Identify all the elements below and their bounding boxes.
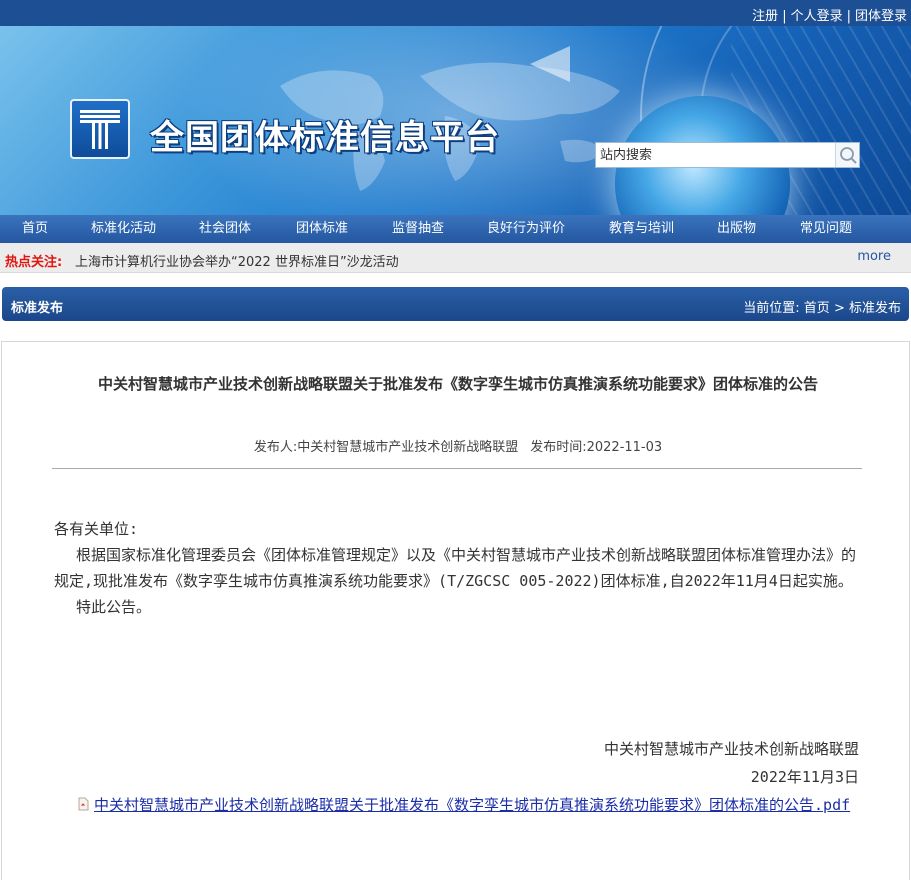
group-login-link[interactable]: 团体登录 [855, 9, 907, 24]
logo-icon [80, 110, 120, 149]
separator: | [782, 9, 787, 24]
publisher-label: 发布人: [253, 440, 298, 455]
attachment: 中关村智慧城市产业技术创新战略联盟关于批准发布《数字孪生城市仿真推演系统功能要求… [54, 793, 862, 817]
hot-news-link[interactable]: 上海市计算机行业协会举办“2022 世界标准日”沙龙活动 [75, 251, 399, 270]
site-logo[interactable] [70, 99, 130, 159]
article-container: 中关村智慧城市产业技术创新战略联盟关于批准发布《数字孪生城市仿真推演系统功能要求… [1, 341, 910, 880]
article-meta: 发布人:中关村智慧城市产业技术创新战略联盟 发布时间:2022-11-03 [52, 436, 864, 455]
more-link[interactable]: more [857, 249, 891, 264]
nav-item-publications[interactable]: 出版物 [717, 215, 756, 243]
banner-arrow [530, 46, 570, 82]
salutation: 各有关单位: [54, 520, 139, 538]
pdf-file-icon [76, 794, 90, 811]
signature-organization: 中关村智慧城市产业技术创新战略联盟 [603, 740, 859, 758]
article-title: 中关村智慧城市产业技术创新战略联盟关于批准发布《数字孪生城市仿真推演系统功能要求… [97, 375, 818, 393]
main-nav: 首页 标准化活动 社会团体 团体标准 监督抽查 良好行为评价 教育与培训 出版物… [0, 215, 911, 243]
section-header: 标准发布 当前位置: 首页 > 标准发布 [2, 287, 909, 321]
title-divider [52, 468, 862, 469]
header-banner: 全国团体标准信息平台 [0, 26, 911, 215]
nav-item-good-behavior[interactable]: 良好行为评价 [487, 215, 565, 243]
breadcrumb-label: 当前位置: [743, 301, 800, 316]
search-input[interactable] [596, 143, 836, 167]
site-title: 全国团体标准信息平台 [150, 118, 500, 158]
nav-item-faq[interactable]: 常见问题 [800, 215, 852, 243]
nav-item-standardization-activities[interactable]: 标准化活动 [91, 215, 156, 243]
register-link[interactable]: 注册 [752, 9, 778, 24]
section-title: 标准发布 [11, 301, 64, 316]
publish-date: 2022-11-03 [586, 440, 663, 455]
breadcrumb-separator: > [833, 301, 845, 316]
article-body: 各有关单位: 根据国家标准化管理委员会《团体标准管理规定》以及《中关村智慧城市产… [54, 516, 862, 620]
breadcrumb: 当前位置: 首页 > 标准发布 [743, 297, 901, 316]
hot-news-bar: 热点关注: 上海市计算机行业协会举办“2022 世界标准日”沙龙活动 more [0, 243, 911, 273]
nav-item-supervision[interactable]: 监督抽查 [392, 215, 444, 243]
login-links: 注册 | 个人登录 | 团体登录 [752, 5, 907, 24]
top-bar: 注册 | 个人登录 | 团体登录 [0, 0, 911, 26]
search-box [595, 142, 860, 168]
breadcrumb-current-link[interactable]: 标准发布 [849, 301, 901, 316]
nav-item-home[interactable]: 首页 [22, 215, 48, 243]
closing-text: 特此公告。 [76, 598, 152, 616]
nav-item-education[interactable]: 教育与培训 [609, 215, 674, 243]
date-label: 发布时间: [530, 440, 587, 455]
separator: | [846, 9, 851, 24]
search-icon [840, 147, 857, 164]
signature-block: 中关村智慧城市产业技术创新战略联盟 2022年11月3日 [54, 735, 859, 791]
breadcrumb-home-link[interactable]: 首页 [804, 301, 830, 316]
body-paragraph: 根据国家标准化管理委员会《团体标准管理规定》以及《中关村智慧城市产业技术创新战略… [54, 546, 857, 590]
hot-news-label: 热点关注: [5, 255, 63, 270]
personal-login-link[interactable]: 个人登录 [791, 9, 843, 24]
signature-date: 2022年11月3日 [750, 768, 859, 786]
attachment-link[interactable]: 中关村智慧城市产业技术创新战略联盟关于批准发布《数字孪生城市仿真推演系统功能要求… [94, 796, 850, 814]
nav-item-social-groups[interactable]: 社会团体 [199, 215, 251, 243]
search-button[interactable] [835, 143, 859, 167]
publisher-name: 中关村智慧城市产业技术创新战略联盟 [297, 440, 519, 455]
nav-item-group-standards[interactable]: 团体标准 [296, 215, 348, 243]
